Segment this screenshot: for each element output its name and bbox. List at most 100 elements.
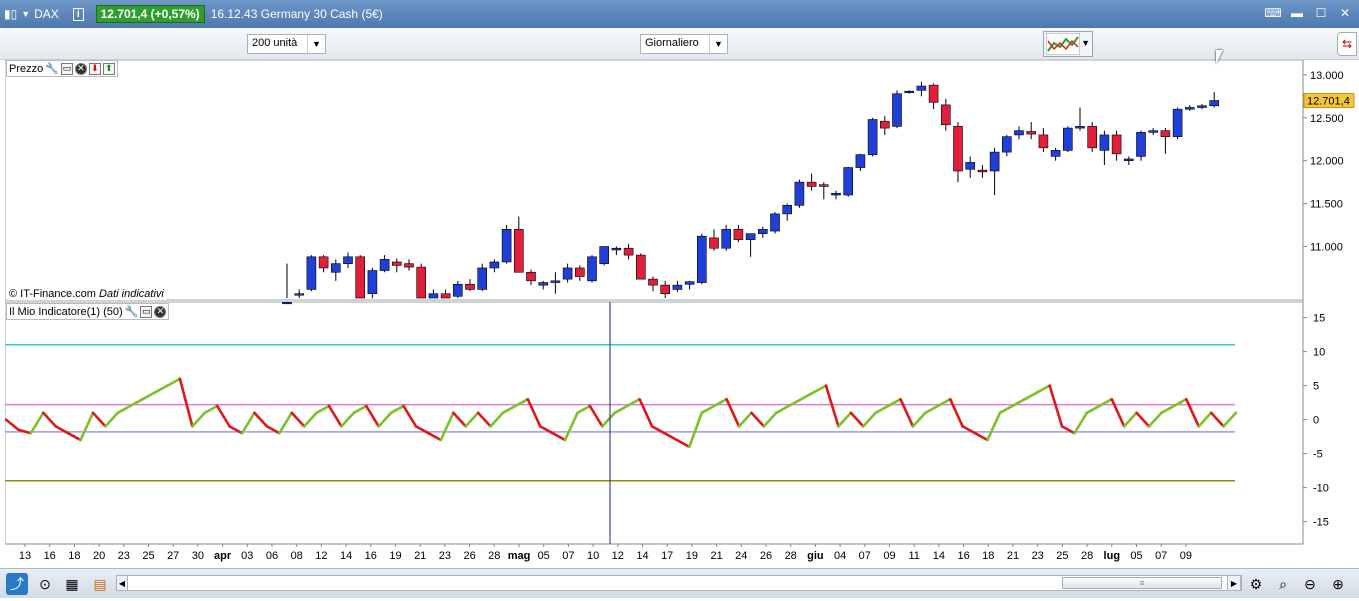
arrow-down-red-icon[interactable]: ⬇ [88,62,101,75]
candle-body [1185,107,1195,110]
share-icon[interactable]: ⤴ [6,573,28,595]
copyright-text: © IT-Finance.com [9,288,96,300]
candle-body [1075,126,1085,129]
candle-body [465,283,475,290]
keyboard-icon[interactable]: ⌨ [1264,5,1281,21]
candle-body [1026,131,1037,135]
indicator-panel-header: Il Mio Indicatore(1) (50) 🔧 ▭ ✕ [6,303,170,320]
candle-body [574,267,585,277]
candle-body [709,237,719,249]
chevron-down-icon[interactable]: ▼ [307,35,325,53]
maximize-icon[interactable]: ☐ [1313,5,1329,21]
sidebar-toggle-icon[interactable]: ⇆ [1337,32,1357,56]
close-circle-icon[interactable]: ✕ [74,62,87,75]
candle-body [1172,108,1183,137]
scroll-left-arrow[interactable]: ◀ [116,575,128,591]
candle-body [660,284,671,295]
candle-body [648,278,658,286]
x-tick-label: 25 [142,550,154,562]
x-tick-label: 25 [1056,550,1068,562]
x-tick-label: lug [1104,550,1121,562]
candle-body [989,151,1000,172]
price-badge: 12.701,4 (+0,57%) [95,5,205,23]
scrollbar-thumb[interactable]: ≡ [1062,577,1222,589]
grid-colored-icon[interactable]: ▤ [89,573,111,595]
x-tick-label: 12 [315,550,327,562]
candle-body [1087,126,1097,149]
info-icon[interactable]: i [72,7,84,21]
indicator-tick-label: 10 [1313,347,1325,359]
indicator-tick-label: 0 [1313,415,1319,427]
candle-body [562,267,573,280]
candle-body [306,256,317,290]
candle-body [916,85,927,91]
x-tick-label: 16 [365,550,377,562]
x-tick-label: 16 [957,550,969,562]
x-tick-label: 13 [19,550,31,562]
indicator-tool-button[interactable]: ▼ [1043,31,1093,57]
arrow-up-green-icon[interactable]: ⬆ [102,62,115,75]
chevron-down-icon[interactable]: ▼ [709,35,727,53]
candle-body [733,229,744,240]
period-select[interactable]: Giornaliero ▼ [640,34,728,54]
candle-body [843,167,854,196]
candle-body [526,271,536,282]
table-icon[interactable]: ▦ [61,573,83,595]
wrench-icon[interactable]: 🔧 [125,305,139,318]
candle-body [953,126,963,172]
zoom-in-icon[interactable]: ⊕ [1327,573,1349,595]
window-icon[interactable]: ▭ [60,62,73,75]
candle-body [623,247,634,256]
symbol-label[interactable]: DAX [34,7,59,21]
x-tick-label: 21 [1007,550,1019,562]
price-panel-header: Prezzo 🔧 ▭ ✕ ⬇ ⬆ [6,60,118,77]
data-note: Dati indicativi [99,288,164,300]
x-tick-label: 23 [1032,550,1044,562]
units-select[interactable]: 200 unità ▼ [247,34,326,54]
chart-settings-icon[interactable]: ⚙ [1245,573,1267,595]
chart-area[interactable]: 13.000 12.500 12.000 11.500 11.000 12.701,4 15… [4,59,1359,568]
zoom-area-icon[interactable]: ⌕ [1272,573,1294,595]
candle-body [379,259,390,271]
candle-body [367,270,378,295]
x-tick-label: giu [807,550,824,562]
x-tick-label: 23 [439,550,451,562]
candle-body [1001,136,1012,153]
x-tick-label: 14 [636,550,648,562]
chevron-down-icon[interactable]: ▼ [1081,38,1090,48]
magnet-icon[interactable]: ⊙ [34,573,56,595]
scroll-right-arrow[interactable]: ▶ [1227,575,1241,591]
candle-body [1124,158,1134,161]
x-tick-label: 26 [463,550,475,562]
candle-body [977,169,988,173]
chart-toolbar: 200 unità ▼ Giornaliero ▼ ▼ ⇆ [0,28,1359,60]
candle-body [550,280,561,283]
candle-body [343,256,353,264]
x-tick-label: 19 [686,550,698,562]
chart-bars-icon[interactable]: ▮▯ [4,5,17,23]
x-tick-label: 16 [44,550,56,562]
window-titlebar: ▮▯ ▼ DAX i 12.701,4 (+0,57%) 16.12.43 Ge… [0,0,1359,28]
candle-body [1099,134,1110,151]
horizontal-scrollbar[interactable]: ≡ [116,575,1242,591]
x-tick-label: 26 [760,550,772,562]
candle-body [477,267,488,290]
bottom-toolbar: ⤴ ⊙ ▦ ▤ ◀ ≡ ▶ ⚙ ⌕ ⊖ ⊕ [0,568,1359,598]
minimize-icon[interactable]: ▬ [1289,5,1305,21]
chevron-down-icon[interactable]: ▼ [21,5,30,23]
candle-body [1197,105,1207,108]
candle-body [611,247,622,251]
indicator-tick-label: 15 [1313,313,1325,325]
close-circle-icon[interactable]: ✕ [154,305,167,318]
candle-body [1050,150,1061,157]
candle-body [330,263,341,273]
wrench-icon[interactable]: 🔧 [45,62,59,75]
x-tick-label: 18 [982,550,994,562]
x-tick-label: 10 [587,550,599,562]
close-icon[interactable]: ✕ [1337,5,1353,21]
chart-svg[interactable]: 13.000 12.500 12.000 11.500 11.000 12.701,4 15… [4,59,1359,568]
window-icon[interactable]: ▭ [140,305,153,318]
zoom-out-icon[interactable]: ⊖ [1299,573,1321,595]
x-tick-label: 28 [488,550,500,562]
candle-body [818,184,829,187]
